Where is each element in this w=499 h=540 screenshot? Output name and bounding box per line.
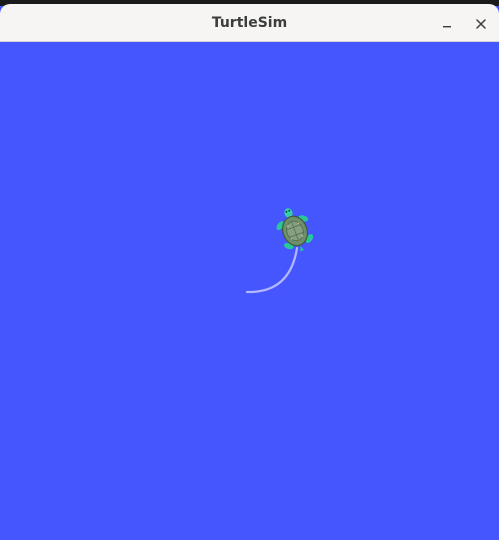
minimize-icon xyxy=(443,26,451,28)
turtle-canvas xyxy=(0,43,499,540)
canvas-drawing xyxy=(245,208,314,294)
pen-trail xyxy=(245,246,299,294)
close-button[interactable] xyxy=(469,12,493,36)
window-title: TurtleSim xyxy=(211,15,288,31)
turtle-icon xyxy=(276,208,314,252)
title-bar[interactable]: TurtleSim xyxy=(0,4,499,42)
minimize-button[interactable] xyxy=(435,12,459,36)
close-icon xyxy=(476,19,486,29)
turtlesim-window: TurtleSim xyxy=(0,0,499,540)
